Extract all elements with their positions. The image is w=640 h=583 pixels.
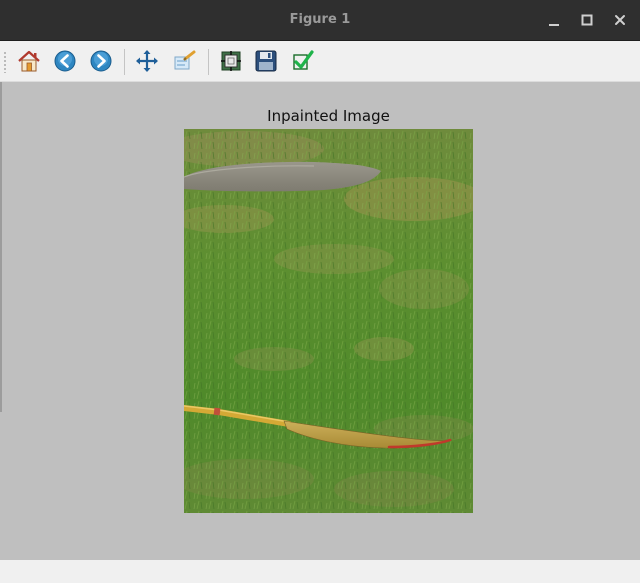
maximize-icon [581,14,593,26]
save-button[interactable] [252,47,280,75]
figure-window: Figure 1 Inpainted Image [0,0,640,583]
save-icon [255,50,277,72]
pan-move-icon [136,50,158,72]
toolbar-separator [208,49,209,75]
navigation-toolbar [0,41,640,82]
maximize-button[interactable] [577,10,597,30]
title-bar[interactable]: Figure 1 [0,0,640,41]
close-button[interactable] [610,10,630,30]
forward-button[interactable] [87,47,115,75]
configure-subplots-icon [221,51,241,71]
minimize-button[interactable] [544,10,564,30]
plot-title: Inpainted Image [267,107,390,125]
close-icon [615,15,625,25]
zoom-rect-icon [174,50,196,70]
status-bar [0,560,640,583]
toolbar-grip[interactable] [4,51,6,73]
zoom-button[interactable] [170,47,198,75]
toolbar-separator [124,49,125,75]
inpainted-image[interactable] [184,129,473,513]
home-icon [18,50,40,72]
pan-button[interactable] [133,47,161,75]
back-button[interactable] [51,47,79,75]
forward-arrow-icon [90,50,112,72]
edit-button[interactable] [289,47,317,75]
checkmark-icon [293,50,314,70]
minimize-icon [549,24,559,26]
home-button[interactable] [15,47,43,75]
canvas-left-edge [0,82,2,412]
back-arrow-icon [54,50,76,72]
subplots-button[interactable] [217,47,245,75]
